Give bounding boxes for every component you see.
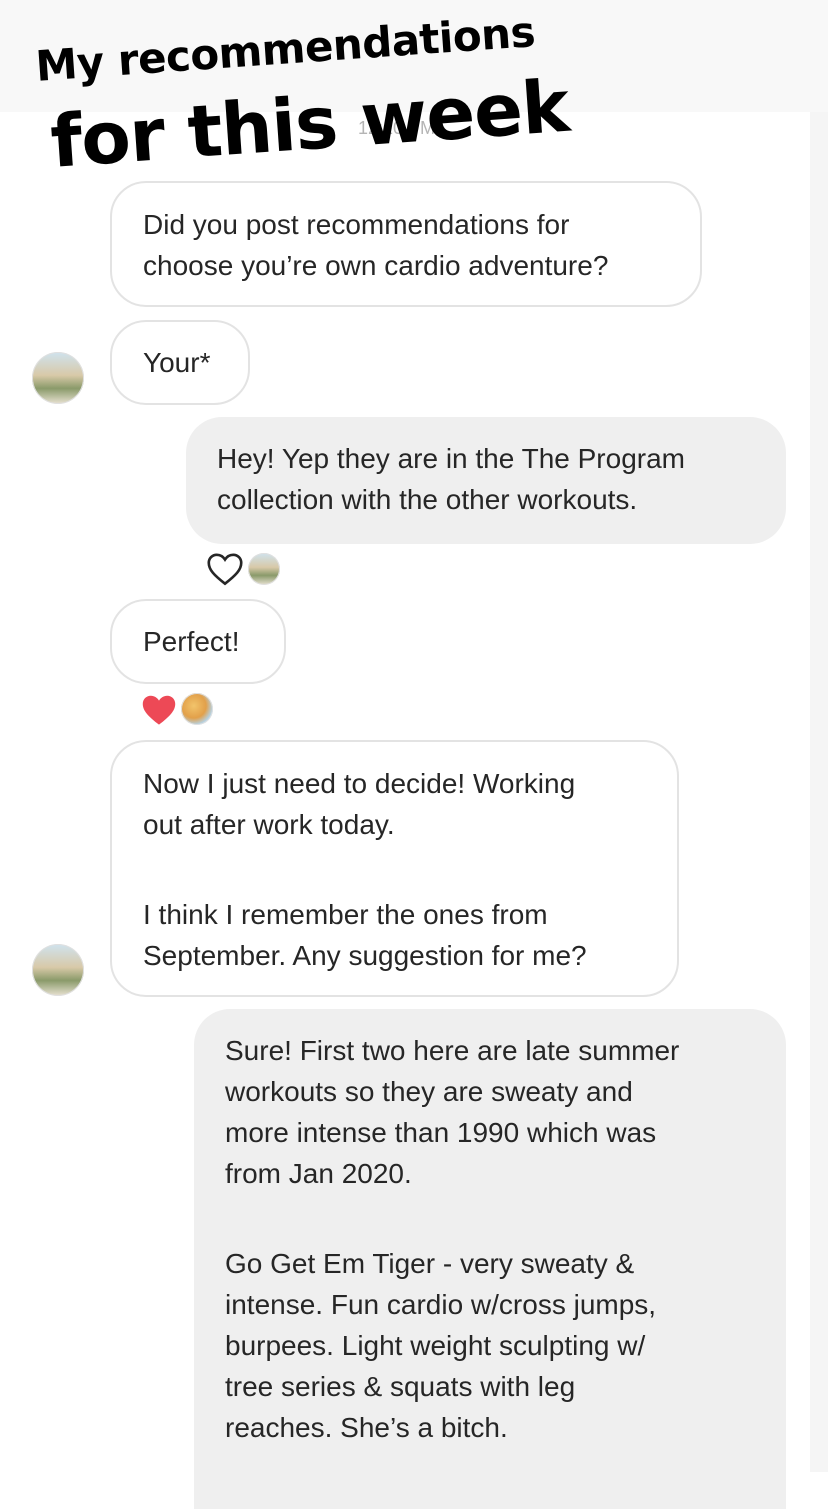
message-paragraph: Go Get Em Tiger - very sweaty & intense.… <box>225 1248 657 1443</box>
outgoing-message-bubble[interactable]: Hey! Yep they are in the The Program col… <box>186 417 786 544</box>
reactor-avatar <box>181 693 213 725</box>
incoming-message-bubble[interactable]: Your* <box>110 320 250 405</box>
incoming-message-bubble[interactable]: Perfect! <box>110 599 286 684</box>
message-text: Perfect! <box>143 626 240 657</box>
heart-outline-icon[interactable] <box>206 552 244 586</box>
scroll-gutter <box>810 112 828 1472</box>
incoming-message-bubble[interactable]: Did you post recommendations for choose … <box>110 181 702 307</box>
message-text: Did you post recommendations for choose … <box>143 209 609 281</box>
outgoing-message-bubble[interactable]: Sure! First two here are late summer wor… <box>194 1009 786 1509</box>
sender-avatar[interactable] <box>32 352 84 404</box>
sender-avatar[interactable] <box>32 944 84 996</box>
reactor-avatar <box>248 553 280 585</box>
incoming-message-bubble[interactable]: Now I just need to decide! Working out a… <box>110 740 679 997</box>
message-text: Your* <box>143 347 211 378</box>
message-paragraph: I think I remember the ones from Septemb… <box>143 899 587 971</box>
message-paragraph: Now I just need to decide! Working out a… <box>143 768 576 840</box>
heart-filled-icon[interactable] <box>140 693 178 727</box>
message-text: Hey! Yep they are in the The Program col… <box>217 443 685 515</box>
message-paragraph: Sure! First two here are late summer wor… <box>225 1035 680 1189</box>
